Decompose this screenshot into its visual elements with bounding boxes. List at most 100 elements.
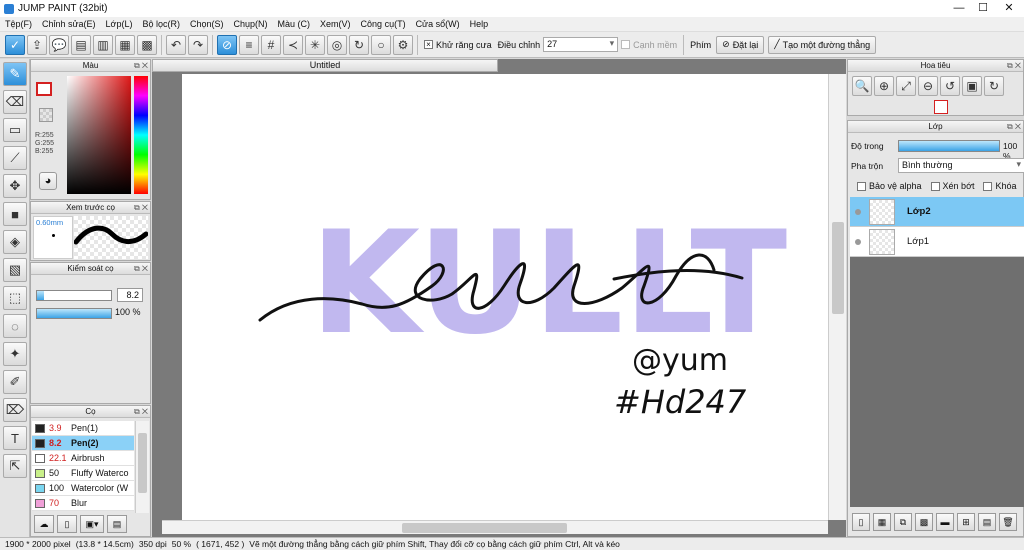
maximize-button[interactable]: ☐	[970, 0, 996, 17]
brush-item-selected[interactable]: 8.2 Pen(2)	[32, 436, 134, 451]
ruler-off-icon[interactable]: ⊘	[217, 34, 237, 55]
menu-help[interactable]: Help	[465, 19, 494, 29]
straight-line-button[interactable]: ╱ Tạo một đường thẳng	[768, 35, 877, 54]
menu-select[interactable]: Chọn(S)	[185, 19, 229, 29]
menu-color[interactable]: Màu (C)	[273, 19, 316, 29]
rotate-right-icon[interactable]: ↻	[984, 76, 1004, 96]
foreground-color-swatch[interactable]	[36, 82, 52, 96]
canvas-vertical-scrollbar[interactable]	[828, 74, 846, 520]
brush-item[interactable]: 22.1 Airbrush	[32, 451, 134, 466]
brush-size-slider[interactable]	[36, 290, 112, 301]
layer-row-lop1[interactable]: Lớp1	[850, 227, 1024, 257]
message-icon[interactable]: ▤	[71, 34, 91, 55]
share-icon[interactable]: ⇪	[27, 34, 47, 55]
close-button[interactable]: ✕	[996, 0, 1022, 17]
fill-rect-tool-icon[interactable]: ■	[3, 202, 27, 226]
panel-close-icon[interactable]: ⧉ ✕	[1007, 121, 1021, 132]
panel-close-icon[interactable]: ⧉ ✕	[134, 60, 148, 71]
brush-menu-icon[interactable]: ▣▾	[80, 515, 104, 533]
visibility-icon[interactable]	[855, 238, 861, 245]
brush-item[interactable]: 50 Fluffy Waterco	[32, 466, 134, 481]
gradient-tool-icon[interactable]: ▧	[3, 258, 27, 282]
rectangle-tool-icon[interactable]: ▭	[3, 118, 27, 142]
canvas-horizontal-scrollbar[interactable]	[162, 520, 828, 534]
panel-close-icon[interactable]: ⧉ ✕	[134, 263, 148, 274]
brush-tool-icon[interactable]: ✎	[3, 62, 27, 86]
ellipse-icon[interactable]: ○	[371, 34, 391, 55]
document-tab[interactable]: Untitled	[152, 59, 498, 72]
navigator-thumbnail[interactable]	[934, 100, 948, 114]
menu-view[interactable]: Xem(V)	[315, 19, 356, 29]
new-brush-icon[interactable]: ▯	[57, 515, 77, 533]
lock-checkbox[interactable]: Khóa	[983, 181, 1017, 191]
canvas[interactable]: KULLT kullt @yum #Hd247	[182, 74, 828, 520]
fit-icon[interactable]: ⤢	[896, 76, 916, 96]
move-tool-icon[interactable]: ✥	[3, 174, 27, 198]
vertical-scroll-thumb[interactable]	[832, 222, 844, 314]
menu-edit[interactable]: Chỉnh sửa(E)	[37, 19, 101, 29]
brush-cloud-icon[interactable]: ☁	[34, 515, 54, 533]
line-tool-icon[interactable]: ⟋	[3, 146, 27, 170]
cross-lines-icon[interactable]: #	[261, 34, 281, 55]
curve-icon[interactable]: ↻	[349, 34, 369, 55]
soft-edge-checkbox[interactable]: Cạnh mềm	[621, 40, 677, 50]
redo-icon[interactable]: ↷	[188, 34, 208, 55]
undo-icon[interactable]: ↶	[166, 34, 186, 55]
copy-layer-icon[interactable]: ⧉	[894, 513, 912, 531]
palette-icon[interactable]: ◕	[39, 172, 57, 190]
halftone-layer-icon[interactable]: ▩	[915, 513, 933, 531]
zoom-in-icon[interactable]: ⊕	[874, 76, 894, 96]
panel-close-icon[interactable]: ⧉ ✕	[134, 406, 148, 417]
page-icon[interactable]: ▦	[115, 34, 135, 55]
lasso-tool-icon[interactable]: ◌	[3, 314, 27, 338]
actual-size-icon[interactable]: ▣	[962, 76, 982, 96]
select-eraser-tool-icon[interactable]: ⌦	[3, 398, 27, 422]
brush-item[interactable]: 70 Blur	[32, 496, 134, 511]
visibility-icon[interactable]	[855, 208, 861, 215]
brush-size-value[interactable]: 8.2	[117, 288, 143, 302]
parallel-lines-icon[interactable]: ≡	[239, 34, 259, 55]
new-layer-icon[interactable]: ▯	[852, 513, 870, 531]
horizontal-scroll-thumb[interactable]	[402, 523, 567, 533]
reset-button[interactable]: ⊘ Đặt lại	[716, 35, 765, 54]
delete-layer-icon[interactable]: 🗑	[999, 513, 1017, 531]
settings-icon[interactable]: ⚙	[393, 34, 413, 55]
folder-icon[interactable]: ▬	[936, 513, 954, 531]
brush-settings-icon[interactable]: ▤	[107, 515, 127, 533]
layer-menu-icon[interactable]: ▤	[978, 513, 996, 531]
menu-file[interactable]: Tệp(F)	[0, 19, 37, 29]
bucket-tool-icon[interactable]: ◈	[3, 230, 27, 254]
brush-item[interactable]: 100 Watercolor (W	[32, 481, 134, 496]
rect-select-tool-icon[interactable]: ⬚	[3, 286, 27, 310]
minimize-button[interactable]: —	[946, 0, 972, 17]
rotate-left-icon[interactable]: ↺	[940, 76, 960, 96]
brush-opacity-slider[interactable]	[36, 308, 112, 319]
select-pen-tool-icon[interactable]: ✐	[3, 370, 27, 394]
menu-filter[interactable]: Bộ lọc(R)	[137, 19, 185, 29]
antialias-checkbox[interactable]: × Khử răng cưa	[424, 40, 492, 50]
transparent-color-swatch[interactable]	[39, 108, 53, 122]
new-folder-layer-icon[interactable]: ▦	[873, 513, 891, 531]
layer-row-lop2[interactable]: Lớp2	[850, 197, 1024, 227]
operation-tool-icon[interactable]: ⇱	[3, 454, 27, 478]
clip-checkbox[interactable]: Xén bớt	[930, 181, 974, 191]
perspective-icon[interactable]: ≺	[283, 34, 303, 55]
panel-close-icon[interactable]: ⧉ ✕	[1007, 60, 1021, 71]
merge-layer-icon[interactable]: ⊞	[957, 513, 975, 531]
panel-close-icon[interactable]: ⧉ ✕	[134, 202, 148, 213]
menu-layer[interactable]: Lớp(L)	[101, 19, 138, 29]
brush-item[interactable]: 3.9 Pen(1)	[32, 421, 134, 436]
zoom-out-icon[interactable]: ⊖	[918, 76, 938, 96]
menu-capture[interactable]: Chụp(N)	[229, 19, 273, 29]
comment-icon[interactable]: 💬	[49, 34, 69, 55]
hue-slider[interactable]	[134, 76, 148, 194]
snap-icon[interactable]: ✓	[5, 34, 25, 55]
menu-window[interactable]: Cửa sổ(W)	[411, 19, 465, 29]
brush-list-scrollbar[interactable]	[135, 421, 149, 513]
zoom-icon[interactable]: 🔍	[852, 76, 872, 96]
concentric-icon[interactable]: ◎	[327, 34, 347, 55]
layer-opacity-slider[interactable]	[898, 140, 1000, 152]
grid-icon[interactable]: ▩	[137, 34, 157, 55]
protect-alpha-checkbox[interactable]: Bảo vệ alpha	[857, 181, 922, 191]
document-icon[interactable]: ▥	[93, 34, 113, 55]
